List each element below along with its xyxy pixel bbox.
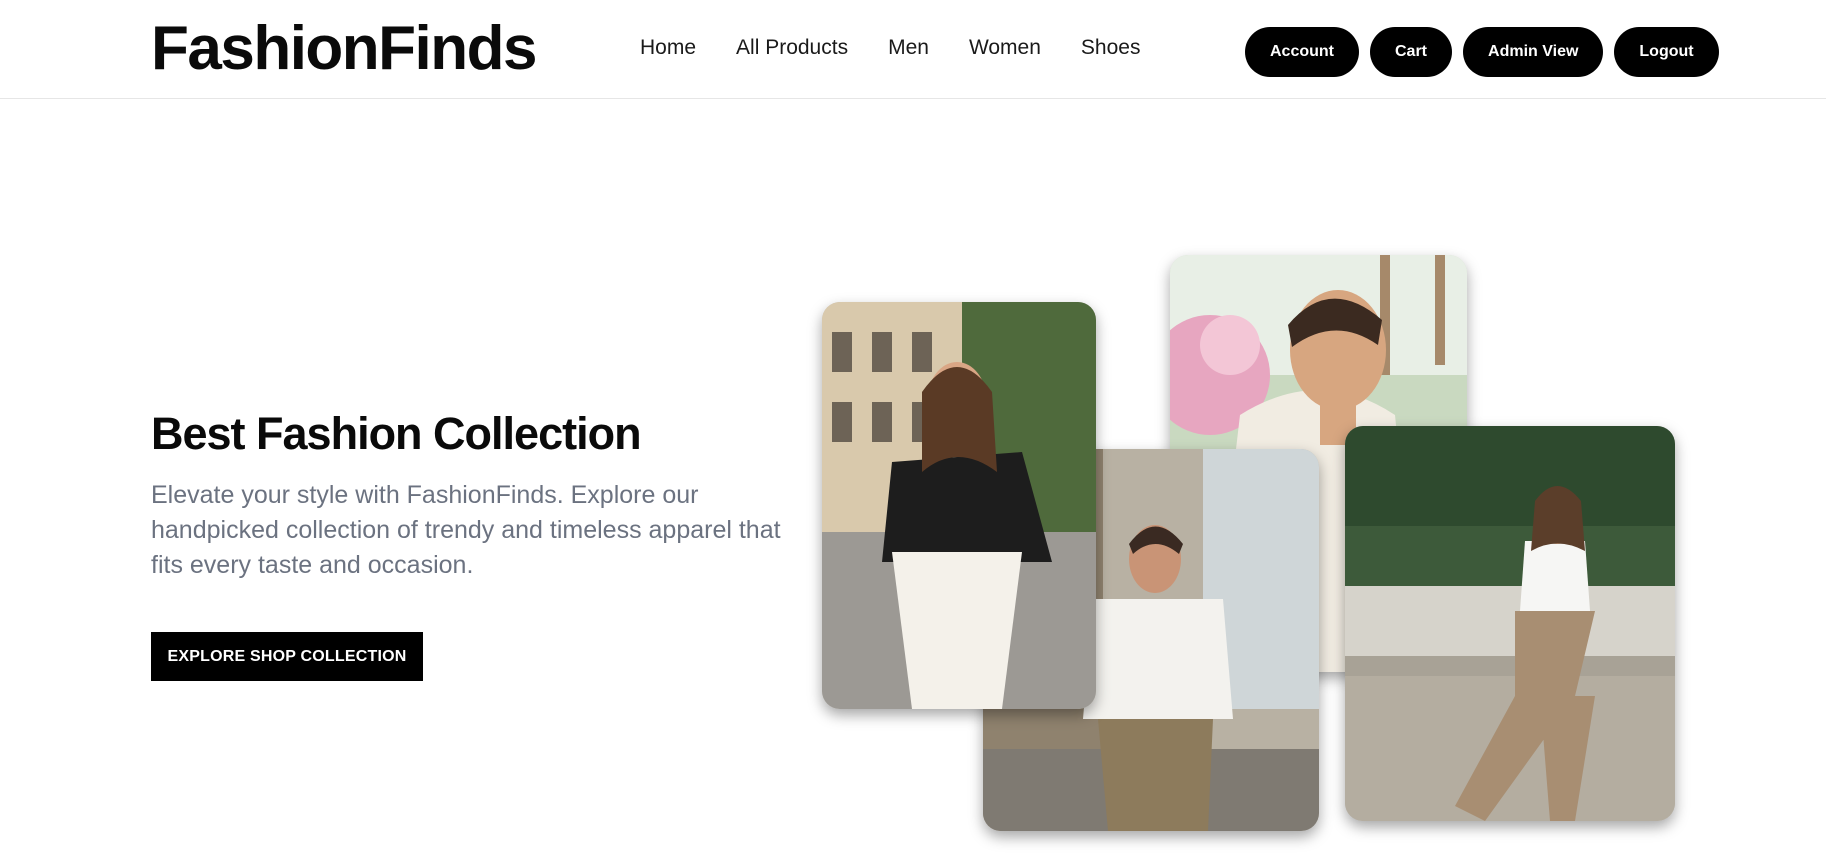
brand-logo[interactable]: FashionFinds (151, 14, 538, 84)
hero-description: Elevate your style with FashionFinds. Ex… (151, 481, 781, 579)
account-button[interactable]: Account (1245, 27, 1359, 77)
admin-view-button[interactable]: Admin View (1463, 27, 1604, 77)
photo-woman-garden (1345, 426, 1675, 821)
cart-button[interactable]: Cart (1370, 27, 1453, 77)
nav-home[interactable]: Home (640, 34, 696, 62)
nav-all-products[interactable]: All Products (736, 34, 848, 62)
hero-title: Best Fashion Collection (151, 408, 642, 459)
nav-men[interactable]: Men (888, 34, 929, 62)
nav-shoes[interactable]: Shoes (1081, 34, 1141, 62)
nav-women[interactable]: Women (969, 34, 1041, 62)
photo-woman-street (822, 302, 1096, 709)
main-nav: Home All Products Men Women Shoes (640, 34, 1140, 62)
logout-button[interactable]: Logout (1614, 27, 1719, 77)
top-header: FashionFinds Home All Products Men Women… (0, 0, 1826, 99)
explore-shop-button[interactable]: EXPLORE SHOP COLLECTION (151, 632, 423, 681)
header-actions: Account Cart Admin View Logout (1245, 27, 1719, 77)
